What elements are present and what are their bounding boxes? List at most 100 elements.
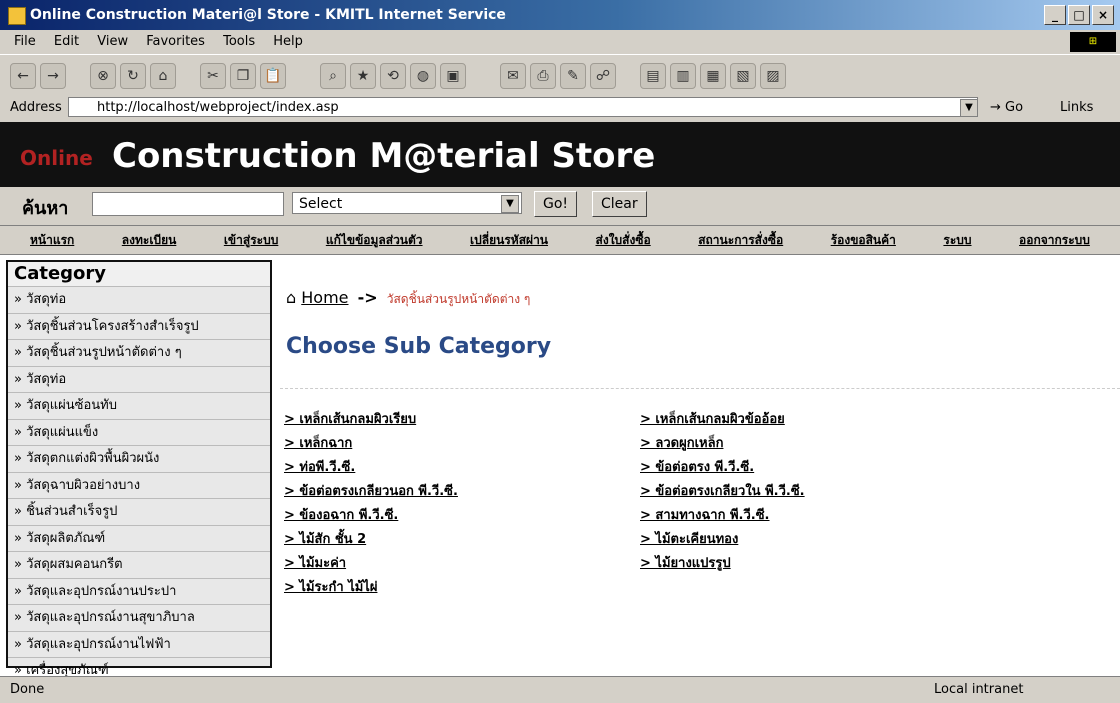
sidebar-item[interactable]: » วัสดุแผ่นแข็ง xyxy=(8,418,270,446)
ie-icon xyxy=(8,7,26,25)
nav-home[interactable]: หน้าแรก xyxy=(30,226,74,254)
sidebar-item[interactable]: » วัสดุผลิตภัณฑ์ xyxy=(8,524,270,552)
maximize-button[interactable]: □ xyxy=(1068,5,1090,25)
search-input[interactable] xyxy=(92,192,284,216)
mail-icon[interactable]: ✉ xyxy=(500,63,526,89)
nav-edit-profile[interactable]: แก้ไขข้อมูลส่วนตัว xyxy=(326,226,423,254)
subcategory-link[interactable]: > เหล็กฉาก xyxy=(284,436,352,451)
main-content: ⌂ Home -> วัสดุชิ้นส่วนรูปหน้าตัดต่าง ๆ … xyxy=(280,260,1120,668)
tool-icon-1[interactable]: ▤ xyxy=(640,63,666,89)
title-bar: Online Construction Materi@l Store - KMI… xyxy=(0,0,1120,30)
sidebar-item[interactable]: » วัสดุท่อ xyxy=(8,365,270,393)
subcategory-link[interactable]: > ลวดผูกเหล็ก xyxy=(640,436,723,451)
sidebar-item[interactable]: » ชิ้นส่วนสำเร็จรูป xyxy=(8,498,270,525)
search-icon[interactable]: ⌕ xyxy=(320,63,346,89)
print-icon[interactable]: ⎙ xyxy=(530,63,556,89)
sidebar-item[interactable]: » วัสดุฉาบผิวอย่างบาง xyxy=(8,471,270,499)
breadcrumb-current: วัสดุชิ้นส่วนรูปหน้าตัดต่าง ๆ xyxy=(386,292,531,306)
category-sidebar: Category » วัสดุท่อ » วัสดุชิ้นส่วนโครงส… xyxy=(6,260,272,678)
subcategory-link[interactable]: > สามทางฉาก พี.วี.ซี. xyxy=(640,508,770,523)
window-controls: _ □ × xyxy=(1044,5,1114,25)
sidebar-item[interactable]: » วัสดุและอุปกรณ์งานประปา xyxy=(8,577,270,605)
sidebar-item[interactable]: » วัสดุชิ้นส่วนรูปหน้าตัดต่าง ๆ xyxy=(8,339,270,366)
subcategory-link[interactable]: > ข้อต่อตรงเกลียวใน พี.วี.ซี. xyxy=(640,484,805,499)
clear-button[interactable]: Clear xyxy=(592,191,647,217)
home-icon[interactable]: ⌂ xyxy=(150,63,176,89)
edit-icon[interactable]: ✎ xyxy=(560,63,586,89)
copy-icon[interactable]: ❐ xyxy=(230,63,256,89)
search-label: ค้นหา xyxy=(22,198,69,219)
address-input[interactable]: http://localhost/webproject/index.asp xyxy=(68,97,978,117)
nav-request-product[interactable]: ร้องขอสินค้า xyxy=(831,226,896,254)
tool-icon-5[interactable]: ▨ xyxy=(760,63,786,89)
menu-bar: File Edit View Favorites Tools Help ⊞ xyxy=(0,30,1120,54)
nav-change-password[interactable]: เปลี่ยนรหัสผ่าน xyxy=(470,226,548,254)
go-label: Go xyxy=(1005,100,1024,115)
nav-logout[interactable]: ออกจากระบบ xyxy=(1019,226,1090,254)
menu-view[interactable]: View xyxy=(97,34,128,49)
page-title: Choose Sub Category xyxy=(286,334,552,359)
nav-send-order[interactable]: ส่งใบสั่งซื้อ xyxy=(596,226,651,254)
toolbar: ← → ⊗ ↻ ⌂ ✂ ❐ 📋 ⌕ ★ ⟲ ◍ ▣ ✉ ⎙ ✎ ☍ ▤ ▥ ▦ … xyxy=(0,54,1120,96)
cut-icon[interactable]: ✂ xyxy=(200,63,226,89)
menu-help[interactable]: Help xyxy=(273,34,303,49)
discuss-icon[interactable]: ☍ xyxy=(590,63,616,89)
menu-file[interactable]: File xyxy=(14,34,36,49)
sidebar-item[interactable]: » วัสดุท่อ xyxy=(8,286,270,313)
subcategory-column-right: > เหล็กเส้นกลมผิวข้ออ้อย > ลวดผูกเหล็ก >… xyxy=(640,408,805,576)
channel-icon[interactable]: ◍ xyxy=(410,63,436,89)
breadcrumb-home[interactable]: Home xyxy=(301,288,348,307)
paste-icon[interactable]: 📋 xyxy=(260,63,286,89)
nav-order-status[interactable]: สถานะการสั่งซื้อ xyxy=(698,226,783,254)
nav-login[interactable]: เข้าสู่ระบบ xyxy=(224,226,279,254)
forward-icon[interactable]: → xyxy=(40,63,66,89)
subcategory-link[interactable]: > ข้อต่อตรง พี.วี.ซี. xyxy=(640,460,754,475)
subcategory-link[interactable]: > ไม้ยางแปรรูป xyxy=(640,556,731,571)
site-banner: Online Construction M@terial Store xyxy=(0,122,1120,187)
subcategory-link[interactable]: > ท่อพี.วี.ซี. xyxy=(284,460,355,475)
address-dropdown-icon[interactable]: ▼ xyxy=(960,99,978,117)
refresh-icon[interactable]: ↻ xyxy=(120,63,146,89)
nav-system[interactable]: ระบบ xyxy=(943,226,971,254)
subcategory-column-left: > เหล็กเส้นกลมผิวเรียบ > เหล็กฉาก > ท่อพ… xyxy=(284,408,458,600)
subcategory-link[interactable]: > ข้องอฉาก พี.วี.ซี. xyxy=(284,508,398,523)
go-search-button[interactable]: Go! xyxy=(534,191,578,217)
address-bar: Address http://localhost/webproject/inde… xyxy=(0,94,1120,122)
subcategory-link[interactable]: > เหล็กเส้นกลมผิวข้ออ้อย xyxy=(640,412,785,427)
fullscreen-icon[interactable]: ▣ xyxy=(440,63,466,89)
sidebar-item[interactable]: » วัสดุและอุปกรณ์งานสุขาภิบาล xyxy=(8,604,270,631)
go-button[interactable]: → Go xyxy=(990,100,1023,115)
tool-icon-3[interactable]: ▦ xyxy=(700,63,726,89)
subcategory-link[interactable]: > เหล็กเส้นกลมผิวเรียบ xyxy=(284,412,416,427)
menu-favorites[interactable]: Favorites xyxy=(146,34,205,49)
sidebar-item[interactable]: » วัสดุผสมคอนกรีต xyxy=(8,551,270,578)
menu-tools[interactable]: Tools xyxy=(223,34,255,49)
category-select[interactable]: Select ▼ xyxy=(292,192,522,214)
subcategory-link[interactable]: > ไม้สัก ชั้น 2 xyxy=(284,532,366,547)
stop-icon[interactable]: ⊗ xyxy=(90,63,116,89)
sidebar-item[interactable]: » วัสดุชิ้นส่วนโครงสร้างสำเร็จรูป xyxy=(8,312,270,340)
subcategory-link[interactable]: > ไม้ระกำ ไม้ไผ่ xyxy=(284,580,377,595)
category-heading: Category xyxy=(8,262,270,286)
sidebar-item[interactable]: » วัสดุแผ่นซ้อนทับ xyxy=(8,392,270,419)
sidebar-item[interactable]: » วัสดุตกแต่งผิวพื้นผิวผนัง xyxy=(8,445,270,472)
close-button[interactable]: × xyxy=(1092,5,1114,25)
nav-register[interactable]: ลงทะเบียน xyxy=(122,226,177,254)
links-button[interactable]: Links xyxy=(1060,100,1093,115)
minimize-button[interactable]: _ xyxy=(1044,5,1066,25)
sidebar-item[interactable]: » วัสดุและอุปกรณ์งานไฟฟ้า xyxy=(8,630,270,658)
site-nav: หน้าแรก ลงทะเบียน เข้าสู่ระบบ แก้ไขข้อมู… xyxy=(0,225,1120,255)
category-select-value: Select xyxy=(299,196,343,212)
tool-icon-4[interactable]: ▧ xyxy=(730,63,756,89)
history-icon[interactable]: ⟲ xyxy=(380,63,406,89)
menu-edit[interactable]: Edit xyxy=(54,34,79,49)
chevron-down-icon[interactable]: ▼ xyxy=(501,195,519,213)
favorites-icon[interactable]: ★ xyxy=(350,63,376,89)
zone-text: Local intranet xyxy=(934,682,1024,697)
subcategory-link[interactable]: > ข้อต่อตรงเกลียวนอก พี.วี.ซี. xyxy=(284,484,458,499)
search-bar: ค้นหา Select ▼ Go! Clear xyxy=(0,187,1120,225)
subcategory-link[interactable]: > ไม้มะค่า xyxy=(284,556,346,571)
tool-icon-2[interactable]: ▥ xyxy=(670,63,696,89)
subcategory-link[interactable]: > ไม้ตะเคียนทอง xyxy=(640,532,738,547)
back-icon[interactable]: ← xyxy=(10,63,36,89)
